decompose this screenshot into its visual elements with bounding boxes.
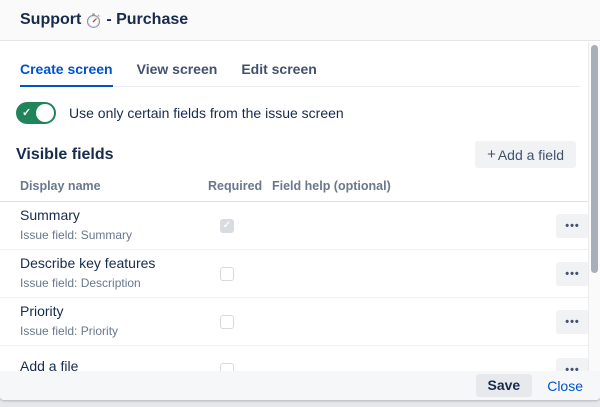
use-certain-fields-toggle[interactable]: ✓ [16, 102, 56, 124]
modal-title: Support - Purchase [20, 11, 188, 29]
vertical-scrollbar-thumb[interactable] [591, 45, 598, 273]
modal-title-suffix: - Purchase [106, 11, 188, 29]
field-name-cell: Summary Issue field: Summary [20, 209, 208, 242]
field-issue-field: Issue field: Description [20, 276, 208, 290]
visible-fields-header-row: Visible fields + Add a field [16, 141, 584, 168]
required-cell [208, 315, 272, 329]
close-button[interactable]: Close [547, 378, 583, 394]
table-row: Describe key features Issue field: Descr… [0, 250, 600, 298]
modal-header: Support - Purchase [0, 0, 600, 41]
modal-dialog: Support - Purchase Create screen View sc… [0, 0, 600, 400]
row-menu-button[interactable]: ••• [556, 310, 589, 334]
modal-title-prefix: Support [20, 11, 81, 29]
toggle-label: Use only certain fields from the issue s… [69, 105, 344, 121]
modal-footer: Save Close [0, 371, 600, 400]
toggle-check-icon: ✓ [22, 106, 31, 120]
visible-fields-table: Display name Required Field help (option… [0, 179, 600, 394]
vertical-scrollbar-track[interactable] [588, 42, 600, 371]
field-name-cell: Describe key features Issue field: Descr… [20, 257, 208, 290]
stopwatch-icon [86, 13, 101, 28]
visible-fields-heading: Visible fields [16, 146, 114, 164]
required-checkbox[interactable] [220, 267, 234, 281]
row-menu-button[interactable]: ••• [556, 262, 589, 286]
toggle-knob [36, 104, 54, 122]
required-checkbox[interactable] [220, 315, 234, 329]
col-header-display-name: Display name [20, 179, 208, 193]
table-row: Summary Issue field: Summary ✓ ••• [0, 202, 600, 250]
tab-create-screen[interactable]: Create screen [20, 61, 113, 87]
use-certain-fields-row: ✓ Use only certain fields from the issue… [16, 102, 584, 124]
row-menu-button[interactable]: ••• [556, 214, 589, 238]
required-checkbox: ✓ [220, 219, 234, 233]
field-display-name: Priority [20, 303, 208, 319]
plus-icon: + [487, 146, 496, 163]
field-name-cell: Priority Issue field: Priority [20, 305, 208, 338]
required-cell [208, 267, 272, 281]
field-display-name: Summary [20, 207, 208, 223]
table-row: Priority Issue field: Priority ••• [0, 298, 600, 346]
col-header-required: Required [208, 179, 272, 193]
col-header-field-help: Field help (optional) [272, 179, 532, 193]
add-a-field-label: Add a field [498, 147, 564, 163]
table-header-row: Display name Required Field help (option… [0, 179, 600, 202]
field-issue-field: Issue field: Summary [20, 228, 208, 242]
tab-view-screen[interactable]: View screen [137, 61, 218, 87]
required-cell: ✓ [208, 219, 272, 233]
field-issue-field: Issue field: Priority [20, 324, 208, 338]
tab-edit-screen[interactable]: Edit screen [241, 61, 316, 87]
field-display-name: Describe key features [20, 255, 208, 271]
tab-bar: Create screen View screen Edit screen [20, 61, 580, 87]
save-button[interactable]: Save [476, 374, 533, 397]
add-a-field-button[interactable]: + Add a field [475, 141, 576, 168]
table-body: Summary Issue field: Summary ✓ ••• Descr… [0, 202, 600, 394]
